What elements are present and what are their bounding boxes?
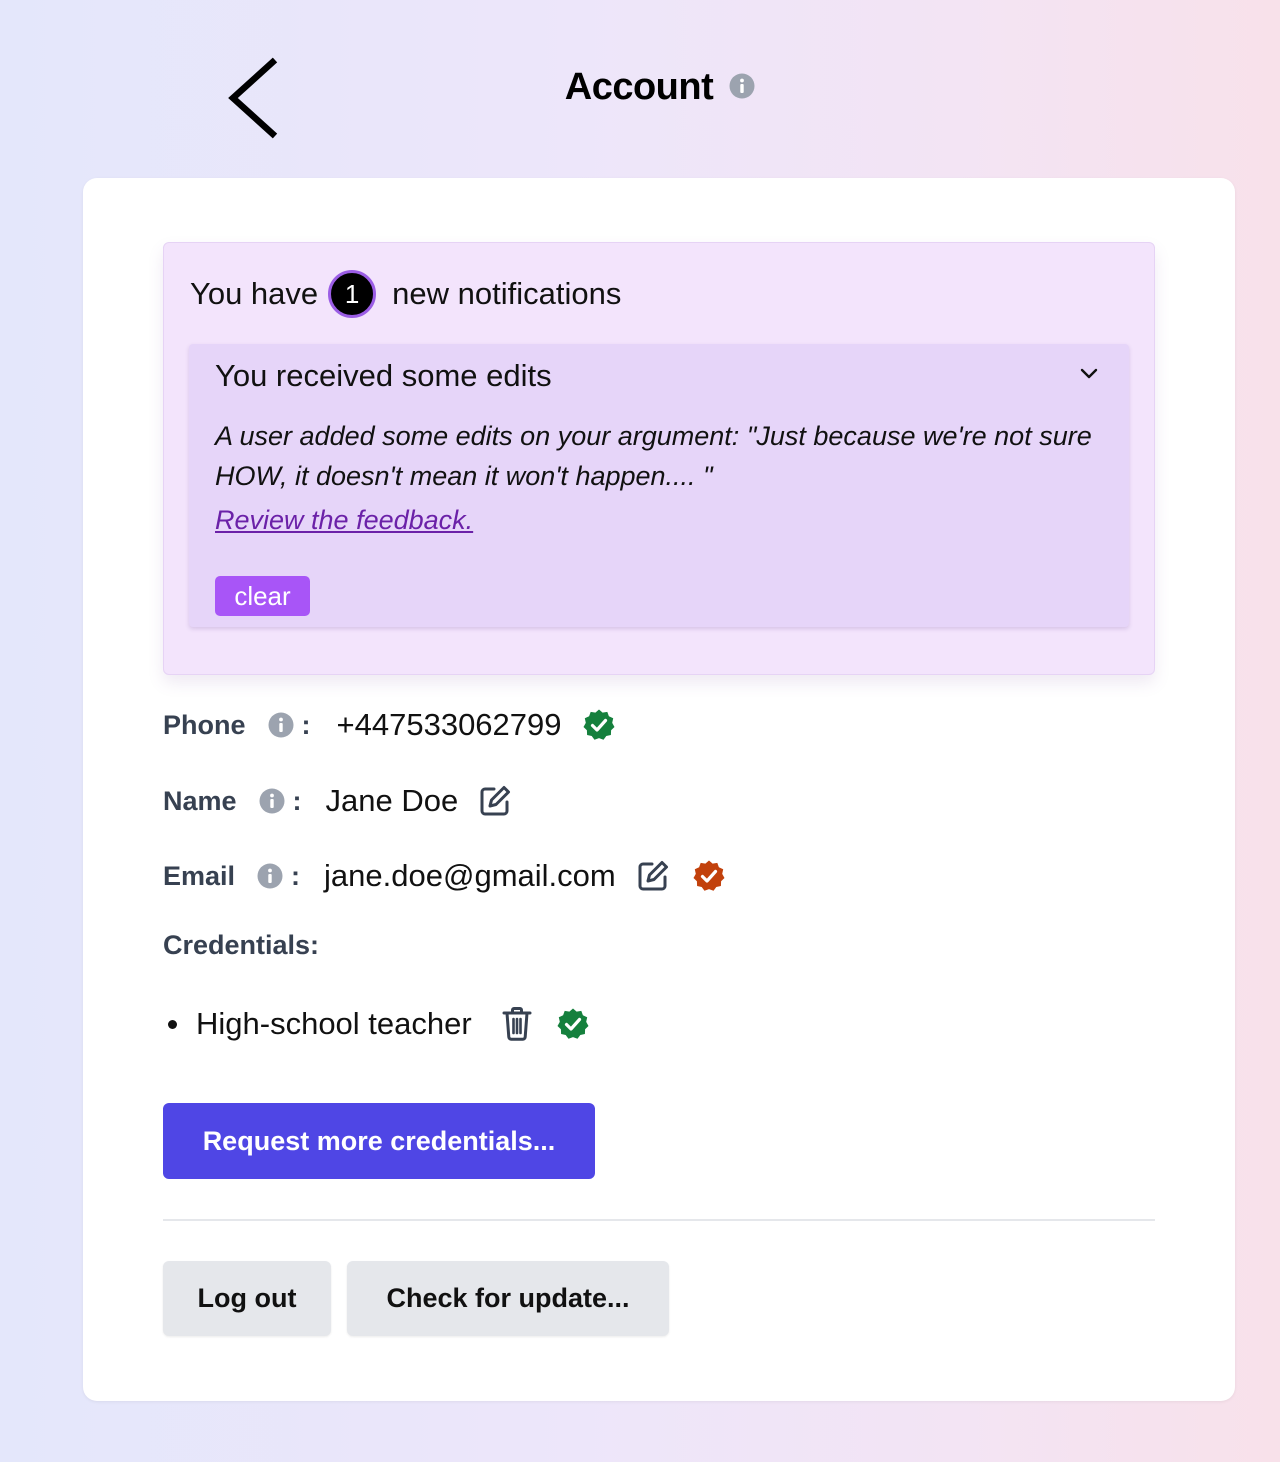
name-colon: :	[292, 785, 302, 816]
notifications-panel: You have 1 new notifications You receive…	[163, 242, 1155, 675]
name-row: Name : Jane Doe	[163, 781, 512, 821]
notification-title: You received some edits	[215, 358, 552, 393]
email-colon: :	[291, 860, 301, 891]
chevron-down-icon	[1079, 367, 1099, 381]
verified-badge-icon	[556, 1007, 590, 1041]
page-header: Account	[0, 62, 1280, 112]
logout-button[interactable]: Log out	[163, 1261, 331, 1336]
credential-item: High-school teacher	[163, 1004, 590, 1044]
edit-icon[interactable]	[478, 784, 512, 818]
unverified-badge-icon	[692, 859, 726, 893]
clear-button[interactable]: clear	[215, 576, 310, 616]
check-update-button[interactable]: Check for update...	[347, 1261, 669, 1336]
phone-label: Phone	[163, 709, 246, 740]
email-value: jane.doe@gmail.com	[324, 858, 616, 893]
phone-value: +447533062799	[336, 707, 562, 742]
request-credentials-button[interactable]: Request more credentials...	[163, 1103, 595, 1179]
notification-body: A user added some edits on your argument…	[215, 421, 1092, 491]
phone-row: Phone : +447533062799	[163, 705, 616, 745]
name-value: Jane Doe	[325, 783, 459, 818]
divider	[163, 1219, 1155, 1221]
notifications-header: You have 1 new notifications	[190, 270, 621, 318]
info-icon[interactable]	[268, 712, 294, 738]
notification-item: You received some edits A user added som…	[189, 344, 1129, 627]
notifications-suffix: new notifications	[392, 276, 622, 311]
credential-text: High-school teacher	[196, 1006, 472, 1041]
notification-count-badge: 1	[328, 270, 377, 318]
phone-colon: :	[301, 709, 311, 740]
trash-icon[interactable]	[502, 1006, 532, 1042]
notifications-prefix: You have	[190, 276, 319, 311]
page-title: Account	[564, 65, 714, 108]
name-label: Name	[163, 785, 237, 816]
expand-toggle[interactable]	[1077, 362, 1101, 386]
account-card: You have 1 new notifications You receive…	[83, 178, 1235, 1401]
email-row: Email : jane.doe@gmail.com	[163, 856, 726, 896]
review-feedback-link[interactable]: Review the feedback.	[215, 505, 473, 536]
verified-badge-icon	[582, 708, 616, 742]
bullet	[168, 1019, 177, 1029]
edit-icon[interactable]	[636, 859, 670, 893]
info-icon[interactable]	[259, 788, 285, 814]
email-label: Email	[163, 860, 236, 891]
info-icon[interactable]	[257, 863, 283, 889]
credentials-label: Credentials:	[163, 930, 320, 960]
info-icon[interactable]	[729, 73, 755, 99]
